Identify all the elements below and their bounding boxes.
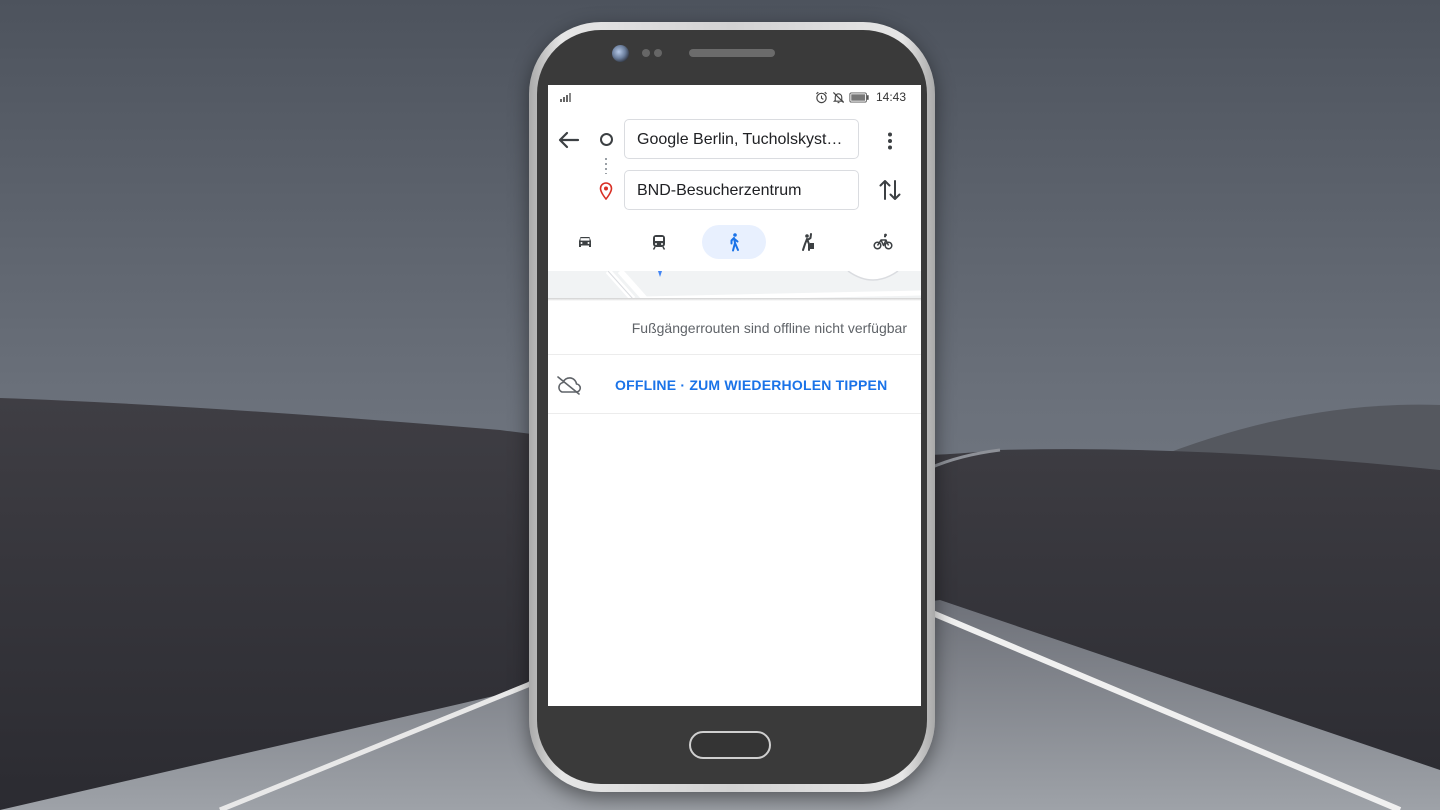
earpiece-speaker: [689, 49, 775, 57]
cloud-off-icon: [557, 376, 582, 395]
sensor-dot: [642, 49, 650, 57]
route-connector: [605, 158, 607, 174]
status-bar: 14:43: [548, 85, 921, 109]
destination-pin-icon: [599, 182, 613, 200]
offline-retry-link[interactable]: OFFLINE · ZUM WIEDERHOLEN TIPPEN: [615, 377, 887, 393]
front-camera: [612, 45, 629, 62]
sensor-dot: [654, 49, 662, 57]
signal-icon: [560, 93, 571, 102]
start-location-field[interactable]: Google Berlin, Tucholskyst…: [624, 119, 859, 159]
back-arrow-icon[interactable]: [556, 129, 582, 151]
more-options-icon[interactable]: [880, 131, 900, 151]
offline-notice: Fußgängerrouten sind offline nicht verfü…: [631, 320, 907, 336]
battery-icon: [849, 92, 869, 103]
divider: [548, 413, 921, 414]
divider: [548, 354, 921, 355]
swap-directions-icon[interactable]: [878, 177, 902, 203]
notifications-off-icon: [832, 91, 845, 104]
destination-field[interactable]: BND-Besucherzentrum: [624, 170, 859, 210]
map-divider: [548, 298, 921, 301]
mode-tab-transit[interactable]: [627, 225, 691, 259]
status-time: 14:43: [875, 90, 906, 104]
travel-mode-tabs: [548, 225, 921, 259]
car-icon: [579, 237, 591, 247]
bicycle-icon: [873, 233, 893, 250]
alarm-icon: [816, 91, 827, 104]
map-preview: [548, 271, 921, 299]
ride-hailing-icon: [802, 233, 814, 251]
walking-icon: [730, 233, 739, 252]
mode-tab-ride[interactable]: [776, 225, 840, 259]
mode-tab-walking[interactable]: [702, 225, 766, 259]
phone-screen: 14:43 Google Berlin, Tucholskyst… BND-Be…: [548, 85, 921, 706]
transit-icon: [652, 235, 666, 250]
origin-icon: [600, 133, 613, 146]
mode-tab-car[interactable]: [553, 225, 617, 259]
mode-tab-bicycle[interactable]: [851, 225, 915, 259]
home-button[interactable]: [689, 731, 771, 759]
